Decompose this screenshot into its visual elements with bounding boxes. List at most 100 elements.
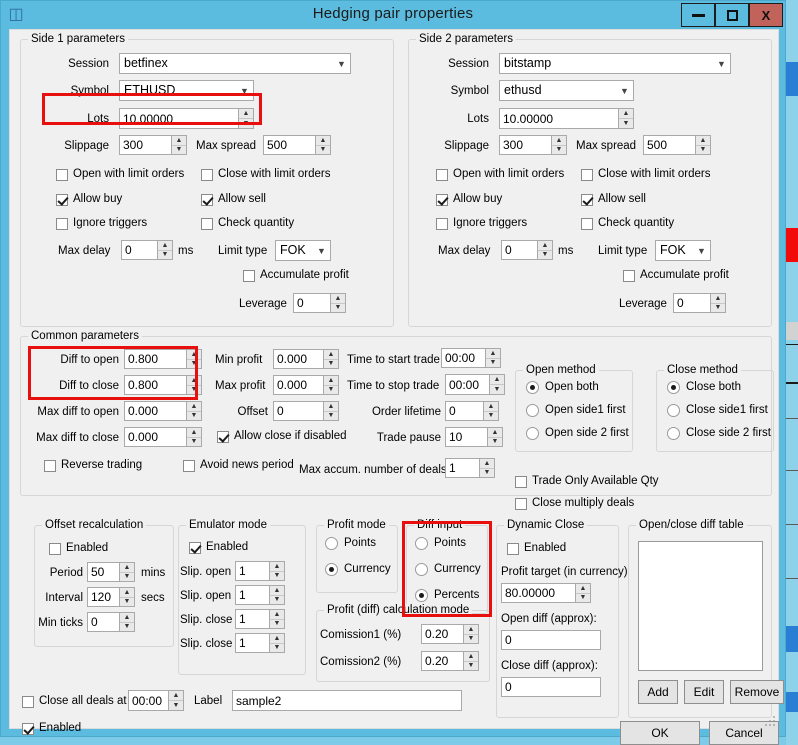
side2-close-with-limit-orders-checkbox[interactable]: Close with limit orders (581, 168, 710, 181)
max-diff-to-open-input[interactable]: 0.000 ▲ ▼ (124, 401, 202, 421)
resize-grip[interactable] (763, 714, 775, 726)
side2-session-combo[interactable]: bitstamp ▼ (499, 53, 731, 74)
comission2-input[interactable]: 0.20 ▲ ▼ (421, 651, 479, 671)
diff-to-close-spinner[interactable]: ▲ ▼ (186, 376, 201, 394)
diff-input-option-currency[interactable]: Currency (415, 563, 481, 576)
comission1-input[interactable]: 0.20 ▲ ▼ (421, 624, 479, 644)
close-method-option-side2-first[interactable]: Close side 2 first (667, 427, 771, 440)
side1-close-with-limit-orders-checkbox[interactable]: Close with limit orders (201, 168, 330, 181)
max-profit-spinner[interactable]: ▲ ▼ (323, 376, 338, 394)
window-title-bar[interactable]: ◫ Hedging pair properties X (1, 1, 785, 29)
side1-allow-buy-checkbox[interactable]: Allow buy (56, 193, 122, 206)
side2-symbol-combo[interactable]: ethusd ▼ (499, 80, 634, 101)
max-diff-to-close-input[interactable]: 0.000 ▲ ▼ (124, 427, 202, 447)
side2-allow-buy-checkbox[interactable]: Allow buy (436, 193, 502, 206)
close-multiply-deals-checkbox[interactable]: Close multiply deals (515, 497, 634, 510)
side1-max-spread-input[interactable]: 500 ▲ ▼ (263, 135, 331, 155)
slip-open-2-input[interactable]: 1 ▲ ▼ (235, 585, 285, 605)
slip-close-2-spinner[interactable]: ▲ ▼ (269, 634, 284, 652)
offset-input[interactable]: 0 ▲ ▼ (273, 401, 339, 421)
diff-to-open-spinner[interactable]: ▲ ▼ (186, 350, 201, 368)
dynamic-close-enabled-checkbox[interactable]: Enabled (507, 542, 566, 555)
profit-target-input[interactable]: 80.00000 ▲ ▼ (501, 583, 591, 603)
side2-lots-input[interactable]: 10.00000 ▲ ▼ (499, 108, 634, 129)
label-input[interactable]: sample2 (232, 690, 462, 711)
diff-input-option-percents[interactable]: Percents (415, 589, 479, 602)
close-all-deals-time-input[interactable]: 00:00 ▲ ▼ (128, 690, 184, 711)
max-diff-to-open-spinner[interactable]: ▲ ▼ (186, 402, 201, 420)
side2-check-quantity-checkbox[interactable]: Check quantity (581, 217, 674, 230)
side1-open-with-limit-orders-checkbox[interactable]: Open with limit orders (56, 168, 184, 181)
offset-interval-spinner[interactable]: ▲ ▼ (119, 588, 134, 606)
side2-lots-spinner[interactable]: ▲ ▼ (618, 109, 633, 128)
close-method-option-close-both[interactable]: Close both (667, 381, 741, 394)
side2-max-delay-spinner[interactable]: ▲ ▼ (537, 241, 552, 259)
side2-max-delay-input[interactable]: 0 ▲ ▼ (501, 240, 553, 260)
allow-close-if-disabled-checkbox[interactable]: Allow close if disabled (217, 430, 347, 443)
open-method-option-side2-first[interactable]: Open side 2 first (526, 427, 629, 440)
slip-open-2-spinner[interactable]: ▲ ▼ (269, 586, 284, 604)
diff-to-open-input[interactable]: 0.800 ▲ ▼ (124, 349, 202, 369)
slip-close-1-spinner[interactable]: ▲ ▼ (269, 610, 284, 628)
side1-lots-spinner[interactable]: ▲ ▼ (238, 109, 253, 128)
side1-accumulate-profit-checkbox[interactable]: Accumulate profit (243, 269, 349, 282)
side1-slippage-input[interactable]: 300 ▲ ▼ (119, 135, 187, 155)
side2-limit-type-combo[interactable]: FOK ▼ (655, 240, 711, 261)
trade-only-available-qty-checkbox[interactable]: Trade Only Available Qty (515, 475, 659, 488)
open-method-option-side1-first[interactable]: Open side1 first (526, 404, 626, 417)
side1-session-combo[interactable]: betfinex ▼ (119, 53, 351, 74)
side1-max-delay-spinner[interactable]: ▲ ▼ (157, 241, 172, 259)
side2-leverage-spinner[interactable]: ▲ ▼ (710, 294, 725, 312)
slip-open-1-input[interactable]: 1 ▲ ▼ (235, 561, 285, 581)
open-method-option-open-both[interactable]: Open both (526, 381, 599, 394)
emulator-enabled-checkbox[interactable]: Enabled (189, 541, 248, 554)
side1-check-quantity-checkbox[interactable]: Check quantity (201, 217, 294, 230)
side1-leverage-input[interactable]: 0 ▲ ▼ (293, 293, 346, 313)
diff-table-remove-button[interactable]: Remove (730, 680, 784, 704)
close-all-deals-time-spinner[interactable]: ▲ ▼ (168, 691, 183, 710)
ok-button[interactable]: OK (620, 721, 700, 745)
offset-period-spinner[interactable]: ▲ ▼ (119, 563, 134, 581)
offset-spinner[interactable]: ▲ ▼ (323, 402, 338, 420)
side1-symbol-combo[interactable]: ETHUSD ▼ (119, 80, 254, 101)
side1-ignore-triggers-checkbox[interactable]: Ignore triggers (56, 217, 147, 230)
time-to-start-trade-spinner[interactable]: ▲ ▼ (485, 349, 500, 367)
avoid-news-period-checkbox[interactable]: Avoid news period (183, 459, 294, 472)
slip-open-1-spinner[interactable]: ▲ ▼ (269, 562, 284, 580)
side2-slippage-input[interactable]: 300 ▲ ▼ (499, 135, 567, 155)
trade-pause-spinner[interactable]: ▲ ▼ (487, 428, 502, 446)
side1-limit-type-combo[interactable]: FOK ▼ (275, 240, 331, 261)
reverse-trading-checkbox[interactable]: Reverse trading (44, 459, 142, 472)
diff-to-close-input[interactable]: 0.800 ▲ ▼ (124, 375, 202, 395)
offset-interval-input[interactable]: 120 ▲ ▼ (87, 587, 135, 607)
order-lifetime-input[interactable]: 0 ▲ ▼ (445, 401, 499, 421)
profit-mode-option-currency[interactable]: Currency (325, 563, 391, 576)
diff-table-edit-button[interactable]: Edit (684, 680, 724, 704)
max-accum-deals-input[interactable]: 1 ▲ ▼ (445, 458, 495, 478)
diff-table-add-button[interactable]: Add (638, 680, 678, 704)
offset-recalculation-enabled-checkbox[interactable]: Enabled (49, 542, 108, 555)
side1-leverage-spinner[interactable]: ▲ ▼ (330, 294, 345, 312)
profit-target-spinner[interactable]: ▲ ▼ (575, 584, 590, 602)
time-to-stop-trade-spinner[interactable]: ▲ ▼ (489, 375, 504, 394)
diff-table-listbox[interactable] (638, 541, 763, 671)
side1-lots-input[interactable]: 10.00000 ▲ ▼ (119, 108, 254, 129)
min-profit-spinner[interactable]: ▲ ▼ (323, 350, 338, 368)
slip-close-2-input[interactable]: 1 ▲ ▼ (235, 633, 285, 653)
close-button[interactable]: X (749, 3, 783, 27)
close-method-option-side1-first[interactable]: Close side1 first (667, 404, 768, 417)
dialog-enabled-checkbox[interactable]: Enabled (22, 722, 81, 735)
slip-close-1-input[interactable]: 1 ▲ ▼ (235, 609, 285, 629)
minimize-button[interactable] (681, 3, 715, 27)
comission2-spinner[interactable]: ▲ ▼ (463, 652, 478, 670)
side2-max-spread-spinner[interactable]: ▲ ▼ (695, 136, 710, 154)
min-profit-input[interactable]: 0.000 ▲ ▼ (273, 349, 339, 369)
comission1-spinner[interactable]: ▲ ▼ (463, 625, 478, 643)
max-accum-deals-spinner[interactable]: ▲ ▼ (479, 459, 494, 477)
max-profit-input[interactable]: 0.000 ▲ ▼ (273, 375, 339, 395)
side1-allow-sell-checkbox[interactable]: Allow sell (201, 193, 266, 206)
time-to-stop-trade-input[interactable]: 00:00 ▲ ▼ (445, 374, 505, 395)
trade-pause-input[interactable]: 10 ▲ ▼ (445, 427, 503, 447)
side2-accumulate-profit-checkbox[interactable]: Accumulate profit (623, 269, 729, 282)
maximize-button[interactable] (715, 3, 749, 27)
